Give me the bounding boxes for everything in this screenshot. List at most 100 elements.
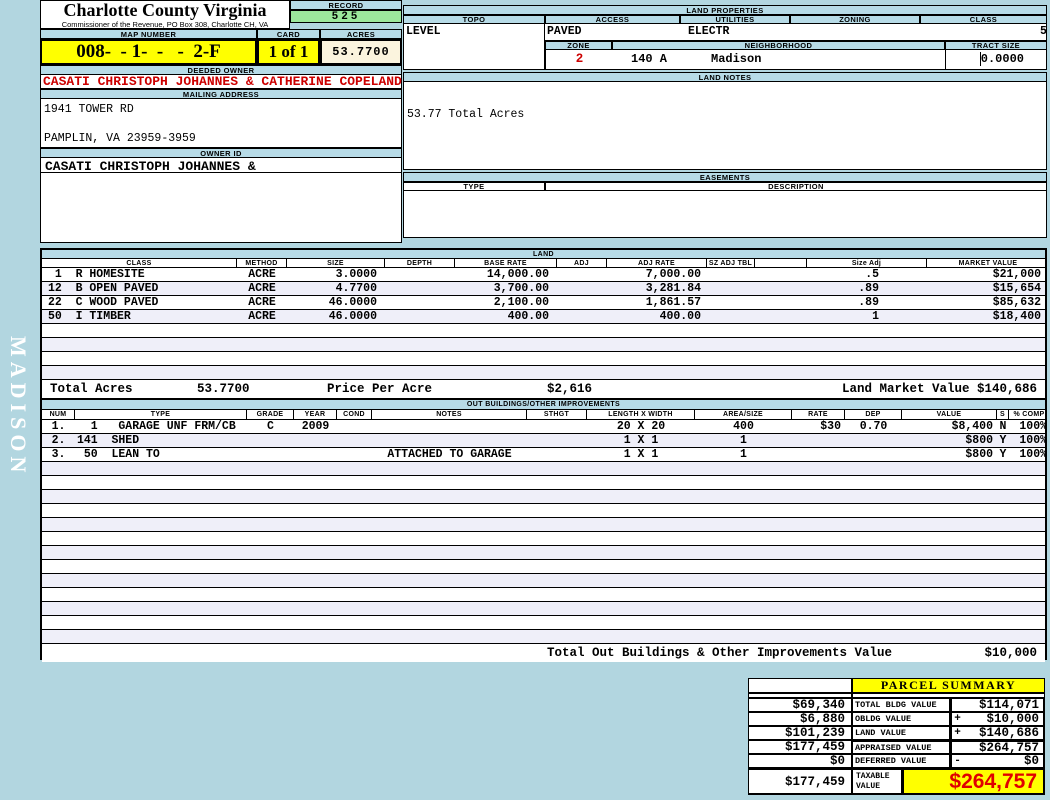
- out-building-row-cell-area: 1: [740, 434, 747, 447]
- land-row-cell-size_adj: .89: [858, 282, 879, 295]
- land-properties-header: LAND PROPERTIES: [403, 5, 1047, 15]
- class-value: 5: [1040, 25, 1047, 38]
- out-building-row-cell-lxw: 20 X 20: [616, 420, 666, 433]
- column-header-dep: DEP: [845, 410, 902, 419]
- out-building-row-cell-rate: [792, 434, 845, 447]
- summary-operator: -: [950, 754, 963, 768]
- topo-label: TOPO: [403, 15, 545, 24]
- summary-label-total-bldg-value: TOTAL BLDG VALUE: [852, 698, 950, 712]
- summary-prior-value: $177,459: [748, 740, 852, 754]
- land-row-cell-size: 3.0000: [335, 268, 377, 281]
- out-building-row-cell-cond: [337, 434, 372, 447]
- out-building-row-cell-comp: 100%: [1019, 434, 1047, 447]
- parcel-summary: PARCEL SUMMARY $69,340 TOTAL BLDG VALUE $1…: [748, 678, 1045, 795]
- column-header-market-value: MARKET VALUE: [958, 259, 1018, 267]
- tract-size-value: 0.0000: [979, 52, 1024, 66]
- out-building-row-empty: [42, 616, 1045, 630]
- land-row-cell-method: ACRE: [248, 268, 276, 281]
- summary-operator: +: [950, 726, 963, 740]
- out-building-row-empty: [42, 532, 1045, 546]
- out-building-row-cell-lxw: 1 X 1: [623, 434, 659, 447]
- out-buildings-body: 1. 1 GARAGE UNF FRM/CB C 2009 20 X 20 400 $30…: [42, 420, 1047, 644]
- out-building-row-cell-value: $800: [965, 448, 993, 461]
- land-table: LAND CLASS METHOD SIZE DEPTH BASE RATE ADJ ADJ…: [40, 248, 1047, 398]
- acres-header: ACRES: [320, 29, 402, 39]
- land-notes-box: 53.77 Total Acres: [403, 82, 1047, 170]
- out-building-row-empty: [42, 574, 1045, 588]
- summary-label-obldg-value: OBLDG VALUE: [852, 712, 950, 726]
- zone-label: ZONE: [545, 41, 612, 50]
- out-building-row-empty: [42, 518, 1045, 532]
- land-properties-values: PAVED ELECTR 5: [545, 24, 1047, 41]
- out-building-row-cell-type: 1 GARAGE UNF FRM/CB: [77, 420, 236, 433]
- total-acres-value: 53.7700: [197, 382, 250, 396]
- column-header-cond: COND: [337, 410, 372, 419]
- land-table-title: LAND: [42, 250, 1045, 259]
- column-header-blank: [755, 259, 807, 267]
- land-row-cell-sz_adj_tbl: [707, 282, 755, 295]
- land-row-cell-adj_rate: 3,281.84: [645, 282, 701, 295]
- out-building-row-cell-type: 50 LEAN TO: [77, 448, 160, 461]
- land-row-cell-size: 46.0000: [328, 310, 377, 323]
- out-building-row-empty: [42, 462, 1045, 476]
- card-value: 1 of 1: [257, 39, 320, 65]
- column-header-area-size: AREA/SIZE: [695, 410, 792, 419]
- land-row-cell-sz_adj_tbl: [707, 310, 755, 323]
- column-header-adj: ADJ: [557, 259, 607, 267]
- out-building-row-cell-num: 1.: [51, 420, 66, 433]
- land-table-head: CLASS METHOD SIZE DEPTH BASE RATE ADJ ADJ RATE…: [42, 259, 1045, 268]
- topo-value-box: LEVEL: [403, 24, 545, 70]
- out-building-row-cell-notes: [372, 420, 527, 433]
- column-header-class: CLASS: [42, 259, 237, 267]
- column-header-notes: NOTES: [372, 410, 527, 419]
- taxable-prior-value: $177,459: [748, 768, 852, 795]
- out-buildings-head: NUM TYPE GRADE YEAR COND NOTES STHGT LENGTH X W…: [42, 410, 1045, 420]
- land-row-empty: [42, 366, 1045, 380]
- out-building-row: 3. 50 LEAN TO ATTACHED TO GARAGE 1 X 1 1 $80…: [42, 448, 1047, 462]
- total-acres-label: Total Acres: [50, 382, 133, 396]
- madison-watermark: MADISON: [6, 336, 31, 478]
- land-row-cell-market_value: $15,654: [992, 282, 1041, 295]
- out-building-row: 1. 1 GARAGE UNF FRM/CB C 2009 20 X 20 400 $30…: [42, 420, 1047, 434]
- utilities-value: ELECTR: [688, 25, 730, 38]
- column-header-method: METHOD: [237, 259, 287, 267]
- land-row-cell-adj: [557, 282, 607, 295]
- land-row-cell-depth: [385, 268, 455, 281]
- out-building-row-empty: [42, 588, 1045, 602]
- map-number-value: 008- - 1- - - 2-F: [40, 39, 257, 65]
- out-building-row-cell-dep: [845, 448, 902, 461]
- summary-value: $0: [963, 754, 1045, 768]
- column-header-depth: DEPTH: [385, 259, 455, 267]
- land-note-text: 53.77 Total Acres: [407, 108, 525, 121]
- summary-prior-value: $101,239: [748, 726, 852, 740]
- tract-divider: [945, 50, 946, 70]
- class-label: CLASS: [920, 15, 1047, 24]
- out-building-row-cell-num: 3.: [51, 448, 66, 461]
- out-building-row-empty: [42, 490, 1045, 504]
- mailing-address-header: MAILING ADDRESS: [40, 89, 402, 99]
- out-building-row-cell-notes: ATTACHED TO GARAGE: [387, 448, 512, 461]
- land-row-cell-base_rate: 2,100.00: [493, 296, 549, 309]
- taxable-label: TAXABLE VALUE: [852, 768, 902, 795]
- land-table-body: 1 R HOMESITE ACRE 3.0000 14,000.00 7,000.00.…: [42, 268, 1045, 380]
- summary-prior-value: $0: [748, 754, 852, 768]
- deeded-owner-value: CASATI CHRISTOPH JOHANNES & CATHERINE CO…: [40, 74, 402, 89]
- out-building-row-empty: [42, 630, 1045, 644]
- summary-prior-value: $69,340: [748, 698, 852, 712]
- summary-value: $114,071: [963, 698, 1045, 712]
- land-row-cell-method: ACRE: [248, 310, 276, 323]
- out-building-row-cell-rate: $30: [820, 420, 841, 433]
- column-header-sz-adj-tbl: SZ ADJ TBL: [707, 259, 755, 267]
- out-building-row-cell-grade: [247, 434, 294, 447]
- out-building-row-cell-sthgt: [527, 434, 587, 447]
- zoning-label: ZONING: [790, 15, 920, 24]
- land-row-cell-method: ACRE: [248, 296, 276, 309]
- summary-label-deferred-value: DEFERRED VALUE: [852, 754, 950, 768]
- land-row-cell-base_rate: 400.00: [507, 310, 549, 323]
- out-buildings-title: OUT BUILDINGS/OTHER IMPROVEMENTS: [42, 400, 1045, 410]
- column-header-size-adj: Size Adj: [807, 259, 927, 267]
- acres-value: 53.7700: [320, 39, 402, 65]
- summary-operator: [950, 698, 963, 712]
- summary-value: $140,686: [963, 726, 1045, 740]
- land-row-cell-size_adj: .89: [858, 296, 879, 309]
